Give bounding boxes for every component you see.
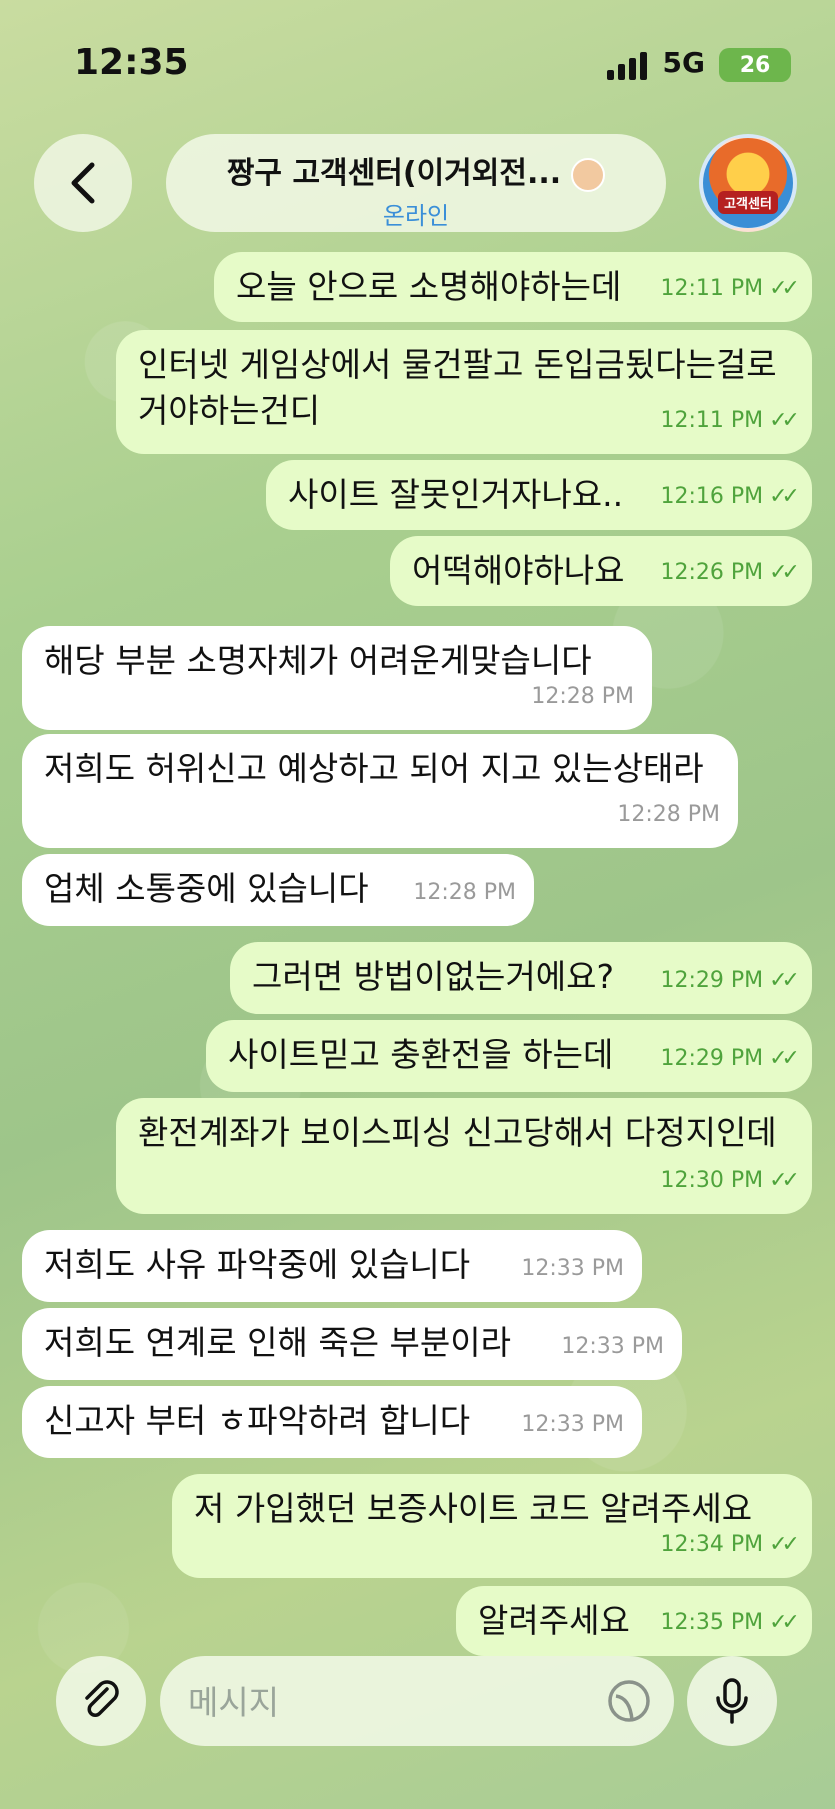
message-time: 12:26 PM (660, 560, 764, 585)
message-time: 12:11 PM (660, 276, 764, 301)
message-text: 신고자 부터 ㅎ파악하려 합니다 (44, 1401, 471, 1440)
message-bubble-outgoing[interactable]: 알려주세요 12:35 PM ✓✓ (456, 1586, 812, 1656)
message-time: 12:28 PM (413, 880, 516, 905)
message-bubble-outgoing[interactable]: 사이트믿고 충환전을 하는데 12:29 PM ✓✓ (206, 1020, 812, 1092)
double-check-icon: ✓✓ (769, 1610, 800, 1635)
double-check-icon: ✓✓ (769, 1532, 800, 1557)
microphone-button[interactable] (687, 1656, 777, 1746)
message-bubble-incoming[interactable]: 저희도 허위신고 예상하고 되어 지고 있는상태라 12:28 PM (22, 734, 738, 848)
character-emoji-icon (571, 157, 606, 192)
message-time: 12:33 PM (521, 1256, 624, 1281)
message-text: 환전계좌가 보이스피싱 신고당해서 다정지인데 (138, 1113, 777, 1152)
message-bubble-incoming[interactable]: 저희도 연계로 인해 죽은 부분이라 12:33 PM (22, 1308, 682, 1380)
double-check-icon: ✓✓ (769, 1168, 800, 1193)
message-time: 12:30 PM (660, 1168, 764, 1193)
message-bubble-outgoing[interactable]: 인터넷 게임상에서 물건팔고 돈입금됬다는걸로 거야하는건디 12:11 PM ✓… (116, 330, 812, 454)
battery-level: 26 (739, 52, 771, 78)
message-text: 어떡해야하나요 (412, 551, 625, 590)
message-time: 12:29 PM (660, 968, 764, 993)
double-check-icon: ✓✓ (769, 560, 800, 585)
network-label: 5G (662, 46, 705, 79)
double-check-icon: ✓✓ (769, 484, 800, 509)
message-time: 12:35 PM (660, 1610, 764, 1635)
message-bubble-outgoing[interactable]: 그러면 방법이없는거에요? 12:29 PM ✓✓ (230, 942, 812, 1014)
back-button[interactable] (34, 134, 132, 232)
status-bar: 12:35 5G 26 (0, 0, 835, 120)
message-text: 사이트믿고 충환전을 하는데 (228, 1035, 614, 1074)
double-check-icon: ✓✓ (769, 1046, 800, 1071)
status-time: 12:35 (74, 42, 189, 83)
chat-title-bar[interactable]: 짱구 고객센터(이거외전... 온라인 (166, 134, 666, 232)
double-check-icon: ✓✓ (769, 408, 800, 433)
microphone-icon (716, 1678, 748, 1724)
message-time: 12:11 PM (660, 408, 764, 433)
message-input-container[interactable] (160, 1656, 674, 1746)
online-status: 온라인 (382, 202, 450, 230)
message-bubble-incoming[interactable]: 해당 부분 소명자체가 어려운게맞습니다 12:28 PM (22, 626, 652, 730)
double-check-icon: ✓✓ (769, 276, 800, 301)
message-time: 12:33 PM (561, 1334, 664, 1359)
message-text: 알려주세요 (478, 1601, 630, 1640)
message-bubble-incoming[interactable]: 신고자 부터 ㅎ파악하려 합니다 12:33 PM (22, 1386, 642, 1458)
sticker-icon[interactable] (606, 1678, 652, 1724)
message-time: 12:34 PM (660, 1532, 764, 1557)
message-time: 12:29 PM (660, 1046, 764, 1071)
message-text: 해당 부분 소명자체가 어려운게맞습니다 (44, 641, 592, 680)
attach-button[interactable] (56, 1656, 146, 1746)
message-time: 12:28 PM (531, 684, 634, 709)
message-text: 그러면 방법이없는거에요? (252, 957, 614, 996)
message-time: 12:28 PM (617, 802, 720, 827)
avatar-logo-text: 고객센터 (718, 191, 778, 214)
message-bubble-outgoing[interactable]: 사이트 잘못인거자나요.. 12:16 PM ✓✓ (266, 460, 812, 530)
paperclip-icon (85, 1680, 119, 1717)
message-bubble-outgoing[interactable]: 환전계좌가 보이스피싱 신고당해서 다정지인데 12:30 PM ✓✓ (116, 1098, 812, 1214)
chevron-left-icon (71, 162, 95, 204)
message-input[interactable] (186, 1676, 570, 1728)
message-time: 12:16 PM (660, 484, 764, 509)
message-bubble-outgoing[interactable]: 어떡해야하나요 12:26 PM ✓✓ (390, 536, 812, 606)
message-time: 12:33 PM (521, 1412, 624, 1437)
double-check-icon: ✓✓ (769, 968, 800, 993)
message-text: 저희도 허위신고 예상하고 되어 지고 있는상태라 (44, 749, 704, 788)
avatar[interactable]: 고객센터 (699, 134, 797, 232)
message-text: 오늘 안으로 소명해야하는데 (236, 267, 622, 306)
message-bubble-outgoing[interactable]: 저 가입했던 보증사이트 코드 알려주세요 12:34 PM ✓✓ (172, 1474, 812, 1578)
message-bubble-outgoing[interactable]: 오늘 안으로 소명해야하는데 12:11 PM ✓✓ (214, 252, 812, 322)
message-text: 저희도 사유 파악중에 있습니다 (44, 1245, 471, 1284)
battery-icon: 26 (719, 48, 791, 82)
message-text: 사이트 잘못인거자나요.. (288, 475, 624, 514)
message-bubble-incoming[interactable]: 저희도 사유 파악중에 있습니다 12:33 PM (22, 1230, 642, 1302)
message-bubble-incoming[interactable]: 업체 소통중에 있습니다 12:28 PM (22, 854, 534, 926)
message-text: 업체 소통중에 있습니다 (44, 869, 369, 908)
message-text: 저희도 연계로 인해 죽은 부분이라 (44, 1323, 511, 1362)
signal-icon (607, 52, 647, 80)
chat-title: 짱구 고객센터(이거외전... (226, 156, 562, 191)
